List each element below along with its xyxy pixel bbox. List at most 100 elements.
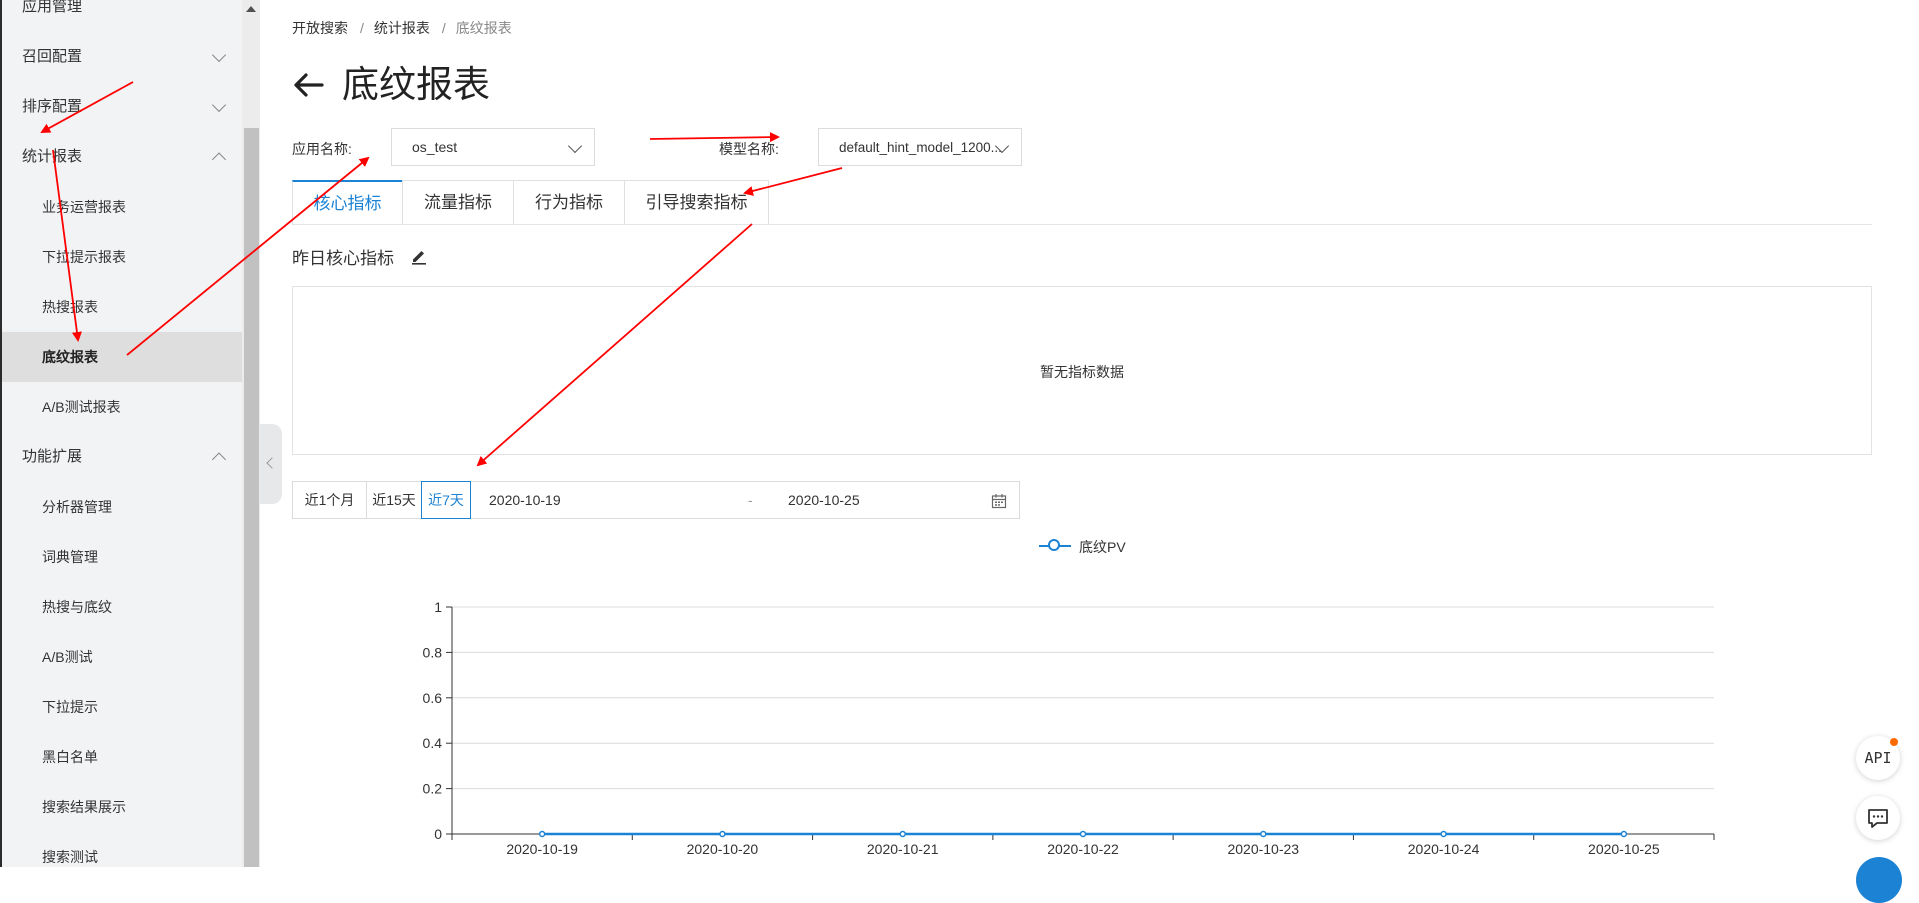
y-tick-label: 0.6 — [423, 690, 443, 706]
sidebar-item[interactable]: 排序配置 — [0, 82, 242, 132]
sidebar-item-label: 搜索结果展示 — [42, 799, 126, 815]
date-start-input[interactable]: 2020-10-19 — [489, 482, 561, 518]
model-name-label: 模型名称: — [719, 141, 779, 157]
y-tick-label: 1 — [434, 599, 442, 615]
x-tick-label: 2020-10-19 — [506, 841, 578, 857]
core-metrics-panel: 暂无指标数据 — [292, 286, 1872, 455]
sidebar-item-label: 搜索测试 — [42, 849, 98, 865]
chat-icon — [1868, 809, 1888, 828]
sidebar-item-label: 统计报表 — [22, 148, 83, 165]
sidebar-item-label: 黑白名单 — [42, 749, 98, 765]
x-tick-label: 2020-10-21 — [867, 841, 939, 857]
sidebar-item[interactable]: 统计报表 — [0, 132, 242, 182]
tab-traffic-metrics[interactable]: 流量指标 — [402, 180, 514, 224]
data-point — [899, 830, 906, 838]
chevron-down-icon — [567, 138, 583, 154]
sidebar-item[interactable]: 分析器管理 — [0, 482, 242, 532]
sidebar-item-label: 热搜报表 — [42, 299, 98, 315]
app-name-label: 应用名称: — [292, 141, 352, 157]
chevron-up-icon — [211, 152, 227, 167]
main-content: 开放搜索 / 统计报表 / 底纹报表 底纹报表 应用名称: os_test 模型名称: … — [282, 0, 1919, 867]
tab-guided-search-metrics[interactable]: 引导搜索指标 — [624, 180, 769, 224]
breadcrumb: 开放搜索 / 统计报表 / 底纹报表 — [292, 18, 514, 38]
sidebar-item[interactable]: 热搜与底纹 — [0, 582, 242, 632]
sidebar-item[interactable]: 下拉提示报表 — [0, 232, 242, 282]
sidebar-item[interactable]: 黑白名单 — [0, 732, 242, 782]
model-name-value: default_hint_model_1200... — [839, 140, 1002, 155]
calendar-icon[interactable] — [991, 493, 1007, 509]
x-tick-label: 2020-10-24 — [1408, 841, 1480, 857]
sidebar-item-label: 应用管理 — [22, 0, 83, 15]
data-point — [1620, 830, 1628, 838]
tab-behavior-metrics[interactable]: 行为指标 — [513, 180, 625, 224]
breadcrumb-item-open-search[interactable]: 开放搜索 — [292, 20, 348, 36]
y-tick-label: 0 — [434, 826, 442, 842]
sidebar-item[interactable]: 召回配置 — [0, 32, 242, 82]
help-button[interactable] — [1856, 857, 1902, 903]
sidebar-item-label: 下拉提示报表 — [42, 249, 126, 265]
date-range-picker[interactable]: 2020-10-19 - 2020-10-25 — [470, 481, 1020, 519]
sidebar-item[interactable]: 底纹报表 — [0, 332, 242, 382]
sidebar-item[interactable]: 下拉提示 — [0, 682, 242, 732]
page-title: 底纹报表 — [342, 64, 490, 105]
sidebar-item[interactable]: A/B测试报表 — [0, 382, 242, 432]
chevron-down-icon — [211, 47, 227, 63]
x-tick-label: 2020-10-25 — [1588, 841, 1660, 857]
chevron-left-icon — [266, 457, 278, 469]
data-point — [1440, 830, 1447, 838]
sidebar-scrollbar[interactable] — [242, 0, 260, 867]
scrollbar-thumb[interactable] — [244, 128, 259, 867]
sidebar-item-label: 分析器管理 — [42, 499, 112, 515]
edit-icon[interactable] — [410, 247, 428, 265]
notification-dot — [1890, 738, 1898, 746]
model-name-select[interactable]: default_hint_model_1200... — [818, 128, 1022, 166]
range-7-days-button[interactable]: 近7天 — [421, 481, 471, 519]
sidebar-item[interactable]: 应用管理 — [0, 0, 242, 32]
chevron-down-icon — [211, 97, 227, 113]
chat-button[interactable] — [1856, 796, 1900, 840]
section-title: 昨日核心指标 — [292, 249, 394, 268]
sidebar-item-label: 排序配置 — [22, 98, 83, 115]
sidebar-item-label: 下拉提示 — [42, 699, 98, 715]
sidebar-item-label: 词典管理 — [42, 549, 98, 565]
back-arrow-icon[interactable] — [292, 72, 324, 98]
app-name-value: os_test — [412, 139, 458, 155]
sidebar-item[interactable]: 词典管理 — [0, 532, 242, 582]
sidebar-item-label: 召回配置 — [22, 48, 83, 65]
legend-series-label: 底纹PV — [1079, 539, 1126, 555]
sidebar-item-label: 功能扩展 — [22, 448, 83, 465]
empty-state-text: 暂无指标数据 — [1040, 364, 1124, 380]
sidebar-collapse-button[interactable] — [260, 424, 282, 504]
sidebar-item[interactable]: 业务运营报表 — [0, 182, 242, 232]
range-1-month-button[interactable]: 近1个月 — [292, 481, 367, 519]
chevron-up-icon — [211, 452, 227, 467]
range-15-days-button[interactable]: 近15天 — [366, 481, 422, 519]
sidebar-item[interactable]: 搜索测试 — [0, 832, 242, 867]
sidebar-item[interactable]: 搜索结果展示 — [0, 782, 242, 832]
sidebar-item-label: A/B测试报表 — [42, 399, 121, 415]
sidebar-item[interactable]: 功能扩展 — [0, 432, 242, 482]
data-point — [719, 830, 726, 838]
y-tick-label: 0.4 — [423, 735, 443, 751]
api-label: API — [1864, 749, 1892, 767]
legend-marker — [1048, 539, 1060, 551]
date-end-input[interactable]: 2020-10-25 — [788, 482, 860, 518]
sidebar-item-label: 底纹报表 — [42, 349, 98, 365]
y-tick-label: 0.8 — [423, 644, 443, 660]
sidebar-item[interactable]: A/B测试 — [0, 632, 242, 682]
sidebar-item-label: 业务运营报表 — [42, 199, 126, 215]
sidebar: 应用管理召回配置排序配置统计报表业务运营报表 下拉提示报表 热搜报表底纹报表 A/B测… — [0, 0, 242, 867]
metric-tabs: 核心指标 流量指标 行为指标 引导搜索指标 — [292, 180, 1872, 225]
breadcrumb-item-stat-report[interactable]: 统计报表 — [374, 20, 430, 36]
data-point — [1260, 830, 1267, 838]
sidebar-item[interactable]: 热搜报表 — [0, 282, 242, 332]
tab-core-metrics[interactable]: 核心指标 — [292, 180, 403, 224]
sidebar-item-label: 热搜与底纹 — [42, 599, 112, 615]
x-tick-label: 2020-10-22 — [1047, 841, 1119, 857]
breadcrumb-separator: / — [360, 20, 364, 36]
app-name-select[interactable]: os_test — [391, 128, 595, 166]
data-point — [538, 830, 546, 838]
api-button[interactable]: API — [1856, 736, 1900, 780]
date-separator: - — [748, 492, 753, 508]
scroll-up-arrow-icon[interactable] — [246, 6, 256, 12]
